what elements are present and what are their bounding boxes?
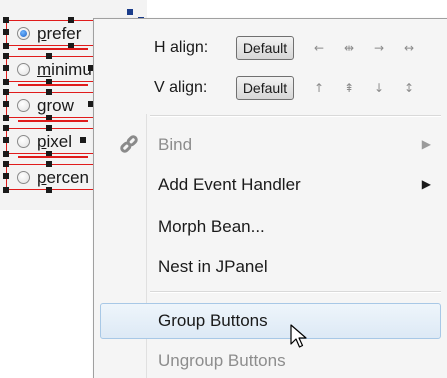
menu-separator [150,115,441,117]
align-vfill-icon[interactable]: ↕ [394,81,424,95]
h-align-label: H align: [154,39,209,56]
menu-item-ungroup-buttons[interactable]: Ungroup Buttons [100,343,441,378]
align-middle-icon[interactable]: ⇞ [334,81,364,95]
align-top-icon[interactable]: ↑ [304,81,334,95]
selection-handle[interactable] [3,137,9,143]
selection-handle[interactable] [46,53,52,59]
selection-handle[interactable] [3,187,9,193]
radio-checked-icon [17,27,30,40]
selection-handle[interactable] [46,161,52,167]
chain-link-icon [118,133,140,160]
selection-handle[interactable] [80,137,86,143]
align-left-icon[interactable]: ← [304,41,334,55]
menu-item-label: Nest in JPanel [158,257,268,276]
menu-item-bind[interactable]: Bind ▶ [100,127,441,163]
align-fill-icon[interactable]: ↔ [394,41,424,55]
selection-handle[interactable] [3,161,9,167]
h-align-row: H align: Default ← ⇹ → ↔ [154,35,424,61]
align-bottom-icon[interactable]: ↓ [364,81,394,95]
align-right-icon[interactable]: → [364,41,394,55]
radio-label: grow [37,96,74,115]
selection-handle[interactable] [3,29,9,35]
radio-label: percen [37,168,89,187]
menu-item-morph-bean[interactable]: Morph Bean... [100,209,441,245]
alignment-guide [18,120,88,122]
selection-handle[interactable] [3,17,9,23]
menu-item-add-event-handler[interactable]: Add Event Handler ▶ [100,167,441,203]
alignment-guide [18,156,88,158]
selection-handle[interactable] [68,17,74,23]
selection-handle[interactable] [3,65,9,71]
submenu-arrow-icon: ▶ [421,137,431,151]
selection-handle[interactable] [3,89,9,95]
menu-item-label: Add Event Handler [158,175,301,194]
menu-item-label: Ungroup Buttons [158,351,286,370]
menu-item-group-buttons[interactable]: Group Buttons [100,303,441,339]
menu-item-nest-in-jpanel[interactable]: Nest in JPanel [100,249,441,285]
radio-unchecked-icon [17,63,30,76]
selection-handle[interactable] [3,151,9,157]
selection-handle[interactable] [3,125,9,131]
menu-item-label: Morph Bean... [158,217,265,236]
alignment-guide [18,48,88,50]
h-align-default-button[interactable]: Default [236,36,294,60]
selection-handle[interactable] [46,187,52,193]
context-menu: H align: Default ← ⇹ → ↔ V align: Defaul… [93,18,447,378]
selection-handle[interactable] [127,9,133,15]
alignment-guide [18,84,88,86]
selection-handle[interactable] [3,101,9,107]
align-center-icon[interactable]: ⇹ [334,41,364,55]
radio-label: minimu [37,60,92,79]
selection-handle[interactable] [46,89,52,95]
v-align-default-button[interactable]: Default [236,76,294,100]
selection-handle[interactable] [3,43,9,49]
selection-handle[interactable] [3,53,9,59]
menu-separator [150,291,441,293]
mouse-pointer-icon [290,324,308,355]
radio-unchecked-icon [17,135,30,148]
radio-label: prefer [37,24,82,43]
selection-handle[interactable] [3,79,9,85]
v-align-label: V align: [154,79,208,96]
radio-unchecked-icon [17,99,30,112]
radio-label: pixel [37,132,72,151]
selection-handle[interactable] [46,125,52,131]
selection-handle[interactable] [3,173,9,179]
radio-unchecked-icon [17,171,30,184]
v-align-row: V align: Default ↑ ⇞ ↓ ↕ [154,75,424,101]
menu-item-label: Bind [158,135,193,154]
menu-item-label: Group Buttons [158,311,268,330]
submenu-arrow-icon: ▶ [421,177,431,191]
selection-handle[interactable] [3,115,9,121]
